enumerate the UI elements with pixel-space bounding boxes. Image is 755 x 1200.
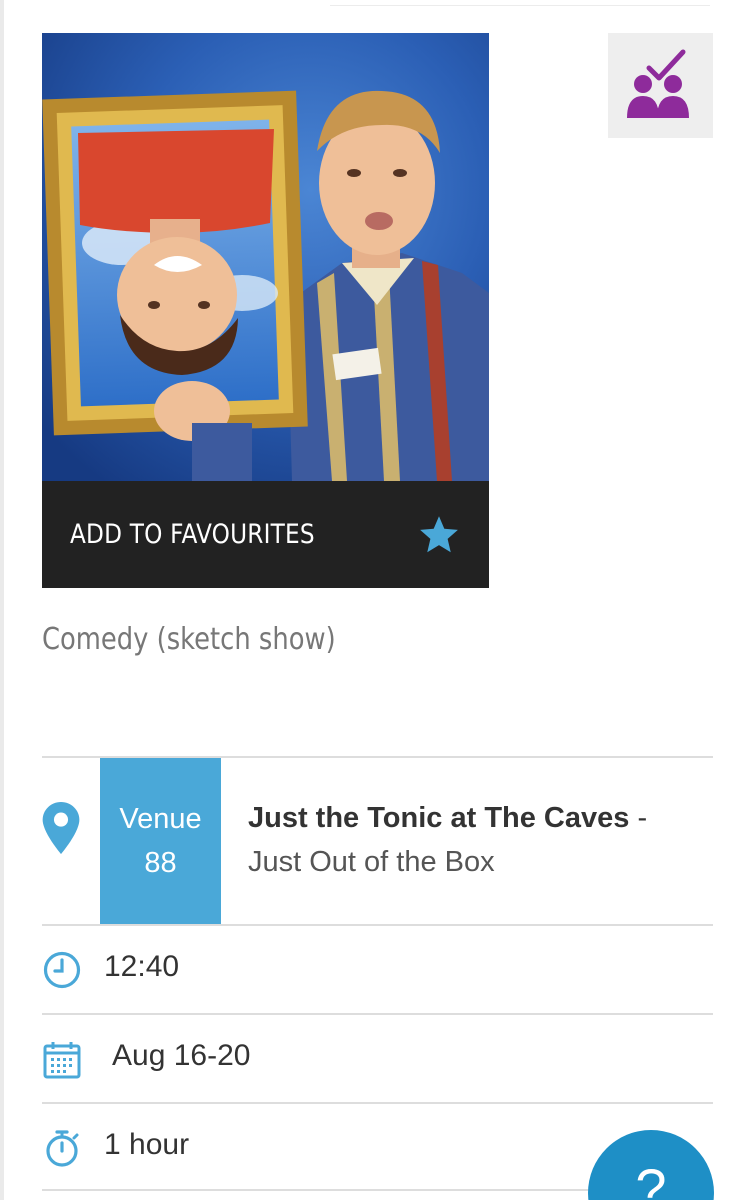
show-detail-page: ADD TO FAVOURITES Comedy (sketch show) V…	[0, 0, 755, 1200]
venue-name: Just the Tonic at The Caves	[248, 802, 630, 834]
genre-label: Comedy (sketch show)	[42, 622, 336, 657]
show-photo-illustration	[42, 33, 489, 481]
stopwatch-icon	[46, 1130, 79, 1167]
venue-number: 88	[144, 847, 177, 879]
add-to-favourites-label: ADD TO FAVOURITES	[70, 519, 315, 550]
clock-icon	[43, 951, 81, 989]
venue-number-box[interactable]: Venue 88	[100, 758, 221, 924]
show-dates: Aug 16-20	[112, 1039, 251, 1072]
star-icon	[420, 515, 458, 552]
help-label: ?	[635, 1157, 667, 1200]
top-divider	[330, 0, 710, 6]
calendar-icon	[43, 1042, 81, 1079]
time-row: 12:40	[42, 924, 713, 1013]
venue-details[interactable]: Just the Tonic at The Caves - Just Out o…	[248, 796, 708, 884]
venue-label: Venue	[119, 803, 202, 835]
show-info-list: Venue 88 Just the Tonic at The Caves - J…	[42, 756, 713, 1191]
dates-row: Aug 16-20	[42, 1013, 713, 1102]
left-edge-divider	[0, 0, 4, 1200]
venue-room: Just Out of the Box	[248, 846, 495, 878]
show-duration: 1 hour	[104, 1128, 190, 1161]
venue-row[interactable]: Venue 88 Just the Tonic at The Caves - J…	[42, 756, 713, 924]
map-pin-icon	[42, 802, 80, 854]
relaxed-performance-icon	[626, 49, 689, 118]
show-image	[42, 33, 489, 481]
show-time: 12:40	[104, 950, 180, 983]
add-to-favourites-button[interactable]: ADD TO FAVOURITES	[42, 481, 489, 588]
venue-separator: -	[629, 802, 648, 834]
accessibility-badge[interactable]	[608, 33, 713, 138]
